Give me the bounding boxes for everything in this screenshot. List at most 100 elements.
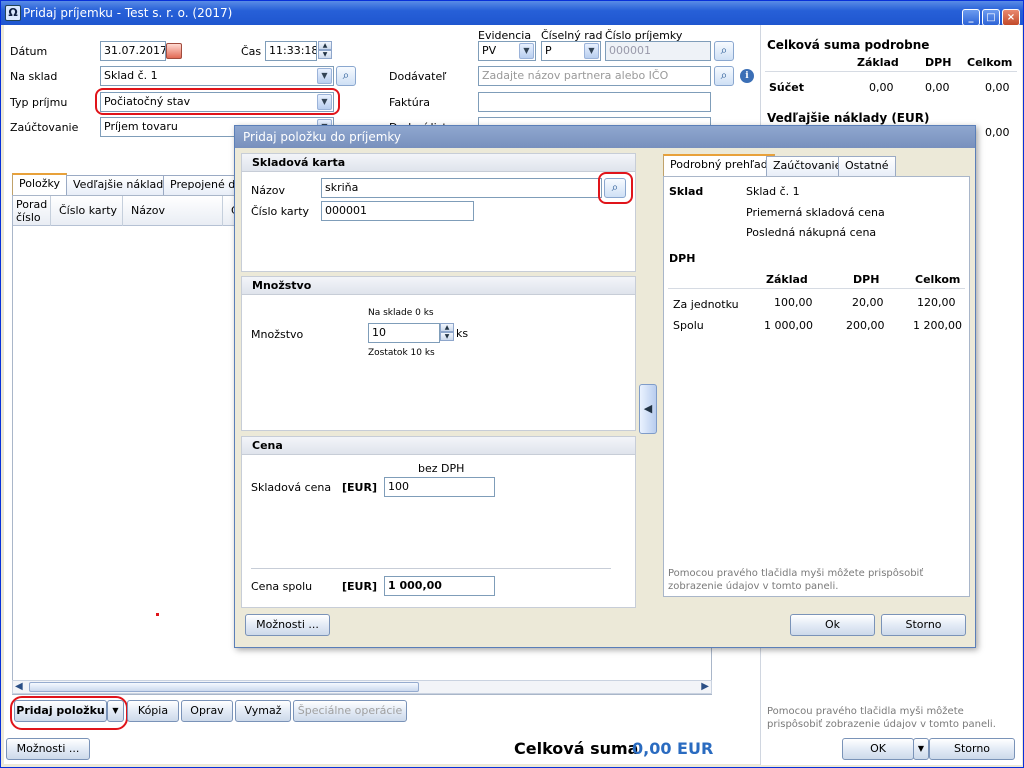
scroll-thumb[interactable] bbox=[29, 682, 419, 692]
mnozstvo-header: Množstvo bbox=[242, 277, 635, 295]
zauct-value: Príjem tovaru bbox=[104, 120, 178, 133]
chevron-down-icon[interactable]: ▼ bbox=[519, 43, 534, 59]
nazov-input[interactable]: skriňa bbox=[321, 178, 602, 198]
nazov-label: Názov bbox=[251, 184, 285, 197]
nasklad-label: Na sklad bbox=[10, 70, 58, 83]
cislo-karty-label: Číslo karty bbox=[251, 205, 310, 218]
tab-vedlajsie[interactable]: Vedľajšie náklady bbox=[66, 175, 177, 195]
nasklad-value: Sklad č. 1 bbox=[104, 69, 158, 82]
summary-col-dph: DPH bbox=[925, 56, 952, 69]
cena-header: Cena bbox=[242, 437, 635, 455]
cislo-field[interactable]: 000001 bbox=[605, 41, 711, 61]
window-title: Pridaj príjemku - Test s. r. o. (2017) bbox=[23, 6, 233, 20]
spin-down-icon[interactable]: ▼ bbox=[440, 332, 454, 341]
search-icon[interactable]: ⌕ bbox=[714, 41, 734, 61]
dialog-title[interactable]: Pridaj položku do príjemky bbox=[235, 126, 975, 148]
dialog-moznosti-button[interactable]: Možnosti ... bbox=[245, 614, 330, 636]
vymaz-button[interactable]: Vymaž bbox=[235, 700, 291, 722]
evidencia-value: PV bbox=[482, 44, 497, 57]
search-icon[interactable]: ⌕ bbox=[714, 66, 734, 86]
mnozstvo-spinner[interactable]: ▲ ▼ bbox=[440, 323, 454, 343]
bez-dph-label: bez DPH bbox=[418, 462, 465, 475]
dialog-storno-button[interactable]: Storno bbox=[881, 614, 966, 636]
cas-field[interactable]: 11:33:18 bbox=[265, 41, 317, 61]
faktura-input[interactable] bbox=[478, 92, 711, 112]
tab-zauctovanie[interactable]: Zaúčtovanie bbox=[766, 156, 849, 176]
oprav-button[interactable]: Oprav bbox=[181, 700, 233, 722]
grid-col-cislo[interactable]: Číslo karty bbox=[51, 196, 123, 226]
dodavatel-input[interactable]: Zadajte názov partnera alebo IČO bbox=[478, 66, 711, 86]
kopia-button[interactable]: Kópia bbox=[127, 700, 179, 722]
total-label: Celková suma bbox=[514, 739, 639, 758]
mnozstvo-label: Množstvo bbox=[251, 328, 304, 341]
datum-field[interactable]: 31.07.2017 bbox=[100, 41, 166, 61]
zauct-label: Zaúčtovanie bbox=[10, 121, 79, 134]
detail-r1-celkom: 120,00 bbox=[917, 296, 956, 309]
grid-col-nazov[interactable]: Názov bbox=[123, 196, 223, 226]
window-titlebar[interactable]: Ω Pridaj príjemku - Test s. r. o. (2017)… bbox=[1, 1, 1023, 26]
spin-up-icon[interactable]: ▲ bbox=[440, 323, 454, 332]
ciselny-combo[interactable]: P ▼ bbox=[541, 41, 601, 61]
detail-sklad-label: Sklad bbox=[669, 185, 704, 198]
cena-divider bbox=[251, 568, 611, 569]
tab-podrobny[interactable]: Podrobný prehľad bbox=[663, 154, 775, 176]
mnozstvo-input[interactable]: 10 bbox=[368, 323, 440, 343]
grid-col-porad[interactable]: Porad číslo bbox=[13, 196, 51, 226]
skladova-cena-input[interactable]: 100 bbox=[384, 477, 495, 497]
dodavatel-label: Dodávateľ bbox=[389, 70, 447, 83]
datum-label: Dátum bbox=[10, 45, 48, 58]
cas-spinner[interactable]: ▲ ▼ bbox=[318, 41, 332, 61]
chevron-down-icon[interactable]: ▼ bbox=[584, 43, 599, 59]
storno-button[interactable]: Storno bbox=[929, 738, 1015, 760]
faktura-label: Faktúra bbox=[389, 96, 430, 109]
close-icon[interactable]: × bbox=[1002, 9, 1020, 26]
moznosti-button[interactable]: Možnosti ... bbox=[6, 738, 90, 760]
cena-spolu-label: Cena spolu bbox=[251, 580, 313, 593]
summary-hint: Pomocou pravého tlačidla myši môžete pri… bbox=[767, 706, 996, 730]
detail-r2-dph: 200,00 bbox=[846, 319, 885, 332]
tab-ostatne[interactable]: Ostatné bbox=[838, 156, 896, 176]
tab-prepojene[interactable]: Prepojené dok bbox=[163, 175, 243, 195]
specialne-button[interactable]: Špeciálne operácie bbox=[293, 700, 407, 722]
nasklad-combo[interactable]: Sklad č. 1 ▼ bbox=[100, 66, 334, 86]
evidencia-combo[interactable]: PV ▼ bbox=[478, 41, 536, 61]
tab-polozky[interactable]: Položky bbox=[12, 173, 68, 195]
detail-r1-zaklad: 100,00 bbox=[774, 296, 813, 309]
summary-dph: 0,00 bbox=[925, 81, 950, 94]
maximize-icon[interactable]: □ bbox=[982, 9, 1000, 26]
summary-celkom: 0,00 bbox=[985, 81, 1010, 94]
summary-col-celkom: Celkom bbox=[967, 56, 1013, 69]
currency-label: [EUR] bbox=[342, 481, 377, 494]
app-icon: Ω bbox=[5, 5, 21, 21]
cena-spolu-value: 1 000,00 bbox=[384, 576, 495, 596]
spin-up-icon[interactable]: ▲ bbox=[318, 41, 332, 50]
ok-button[interactable]: OK bbox=[842, 738, 914, 760]
chevron-down-icon[interactable]: ▼ bbox=[913, 738, 929, 760]
cislo-karty-input[interactable]: 000001 bbox=[321, 201, 474, 221]
red-dot bbox=[156, 613, 159, 616]
add-item-dialog: Pridaj položku do príjemky Skladová kart… bbox=[234, 125, 976, 648]
currency-label: [EUR] bbox=[342, 580, 377, 593]
detail-divider bbox=[668, 288, 965, 289]
summary-col-zaklad: Základ bbox=[857, 56, 899, 69]
info-icon[interactable]: i bbox=[740, 69, 754, 83]
dialog-ok-button[interactable]: Ok bbox=[790, 614, 875, 636]
scroll-left-icon[interactable]: ◀ bbox=[15, 681, 23, 692]
ciselny-value: P bbox=[545, 44, 552, 57]
minimize-icon[interactable]: _ bbox=[962, 9, 980, 26]
vedlajsie-title: Vedľajšie náklady (EUR) bbox=[767, 111, 930, 125]
typ-label: Typ príjmu bbox=[10, 96, 68, 109]
chevron-down-icon[interactable]: ▼ bbox=[317, 68, 332, 84]
summary-zaklad: 0,00 bbox=[869, 81, 894, 94]
mnozstvo-unit: ks bbox=[456, 327, 469, 340]
summary-divider bbox=[765, 71, 1017, 72]
collapse-panel-icon[interactable]: ◀ bbox=[639, 384, 657, 434]
scroll-right-icon[interactable]: ▶ bbox=[701, 681, 709, 692]
spin-down-icon[interactable]: ▼ bbox=[318, 50, 332, 59]
horizontal-scrollbar[interactable]: ◀ ▶ bbox=[12, 680, 712, 694]
zostatok-text: Zostatok 10 ks bbox=[368, 348, 435, 358]
search-icon[interactable]: ⌕ bbox=[336, 66, 356, 86]
mnozstvo-panel: Množstvo Na sklade 0 ks Množstvo 10 ▲ ▼ k… bbox=[241, 276, 636, 431]
cena-panel: Cena bez DPH Skladová cena [EUR] 100 Cen… bbox=[241, 436, 636, 608]
calendar-icon[interactable] bbox=[166, 43, 182, 59]
